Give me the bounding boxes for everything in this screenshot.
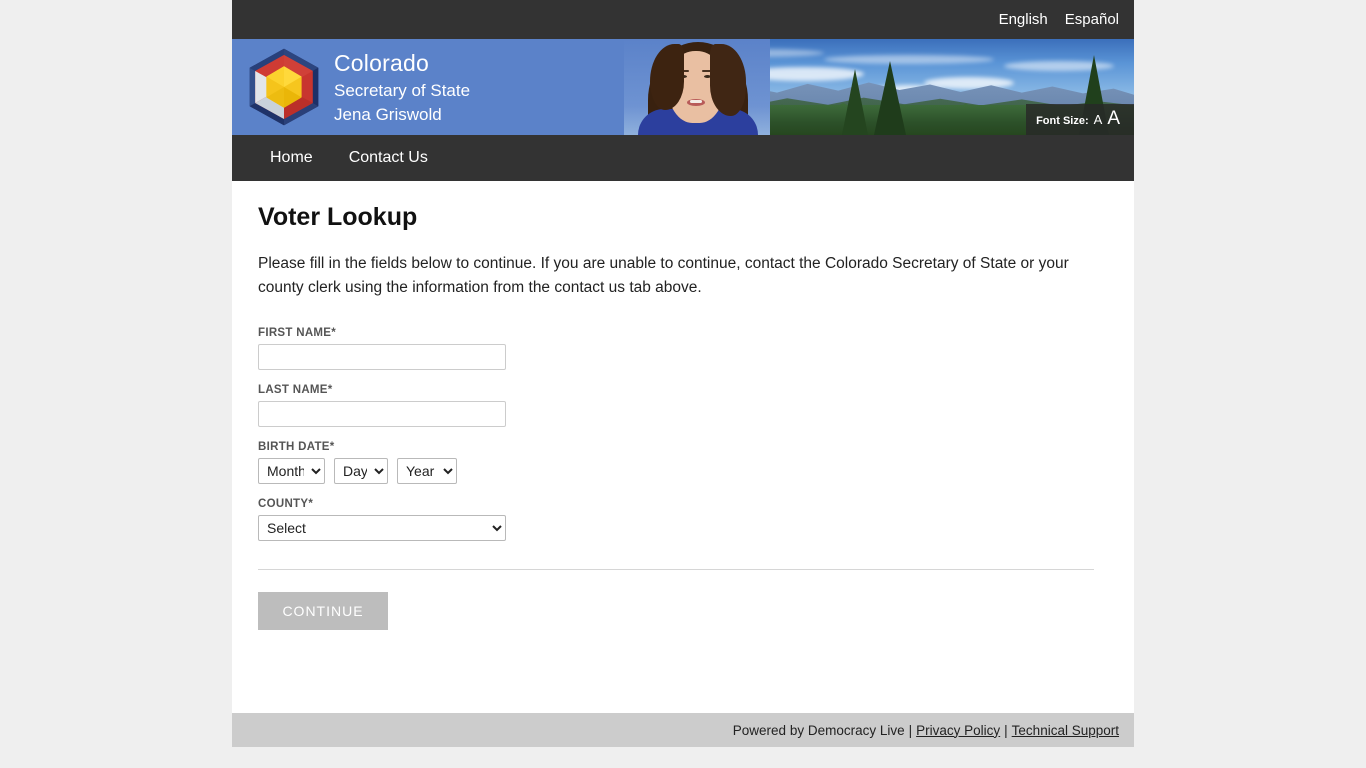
county-select[interactable]: Select xyxy=(258,514,506,541)
portrait-teeth xyxy=(690,100,702,103)
birth-date-row: Month Day Year xyxy=(258,457,1108,484)
main-content: Voter Lookup Please fill in the fields b… xyxy=(232,181,1134,713)
last-name-input[interactable] xyxy=(258,400,506,427)
footer-separator: | xyxy=(908,722,913,738)
brand-line-office: Secretary of State xyxy=(334,80,471,100)
continue-button[interactable]: CONTINUE xyxy=(258,591,388,630)
first-name-label: FIRST NAME* xyxy=(258,326,337,339)
cloud xyxy=(824,55,994,64)
technical-support-link[interactable]: Technical Support xyxy=(1012,723,1119,738)
last-name-label: LAST NAME* xyxy=(258,383,333,396)
main-navigation: Home Contact Us xyxy=(232,135,1134,181)
brand-line-colorado: Colorado xyxy=(334,49,429,76)
pine-tree-icon xyxy=(842,69,868,135)
field-last-name: LAST NAME* xyxy=(258,384,1108,427)
font-size-label: Font Size: xyxy=(1036,115,1089,127)
jena-griswold-portrait xyxy=(624,39,770,135)
privacy-policy-link[interactable]: Privacy Policy xyxy=(916,723,1000,738)
birth-year-select[interactable]: Year xyxy=(397,457,457,484)
language-link-english[interactable]: English xyxy=(999,12,1048,27)
language-link-espanol[interactable]: Español xyxy=(1065,12,1119,27)
font-size-small-button[interactable]: A xyxy=(1094,112,1103,127)
font-size-control[interactable]: Font Size: A A xyxy=(1026,104,1134,135)
brand-line-officeholder: Jena Griswold xyxy=(334,104,442,124)
section-divider xyxy=(258,568,1094,570)
footer-separator: | xyxy=(1004,722,1008,738)
first-name-input[interactable] xyxy=(258,343,506,370)
language-bar: English Español xyxy=(232,0,1134,39)
field-first-name: FIRST NAME* xyxy=(258,327,1108,370)
colorado-hexagon-logo-icon xyxy=(240,39,328,135)
brand-text: Colorado Secretary of State Jena Griswol… xyxy=(328,49,471,124)
nav-item-contact-us[interactable]: Contact Us xyxy=(336,143,441,173)
page-footer: Powered by Democracy Live | Privacy Poli… xyxy=(232,713,1134,747)
site-banner: Colorado Secretary of State Jena Griswol… xyxy=(232,39,1134,135)
page-container: English Español Colorado Secretary of St… xyxy=(232,0,1134,747)
brand-block: Colorado Secretary of State Jena Griswol… xyxy=(232,39,470,135)
nav-item-home[interactable]: Home xyxy=(257,143,326,173)
page-title: Voter Lookup xyxy=(258,203,418,231)
field-birth-date: BIRTH DATE* Month Day Year xyxy=(258,441,1108,484)
powered-by-text: Powered by Democracy Live xyxy=(732,722,905,738)
pine-tree-icon xyxy=(874,61,906,135)
font-size-large-button[interactable]: A xyxy=(1107,108,1120,130)
birth-month-select[interactable]: Month xyxy=(258,457,325,484)
birth-day-select[interactable]: Day xyxy=(334,457,388,484)
birth-date-label: BIRTH DATE* xyxy=(258,440,335,453)
field-county: COUNTY* Select xyxy=(258,498,1108,541)
intro-text: Please fill in the fields below to conti… xyxy=(258,255,1069,297)
county-label: COUNTY* xyxy=(258,497,314,510)
